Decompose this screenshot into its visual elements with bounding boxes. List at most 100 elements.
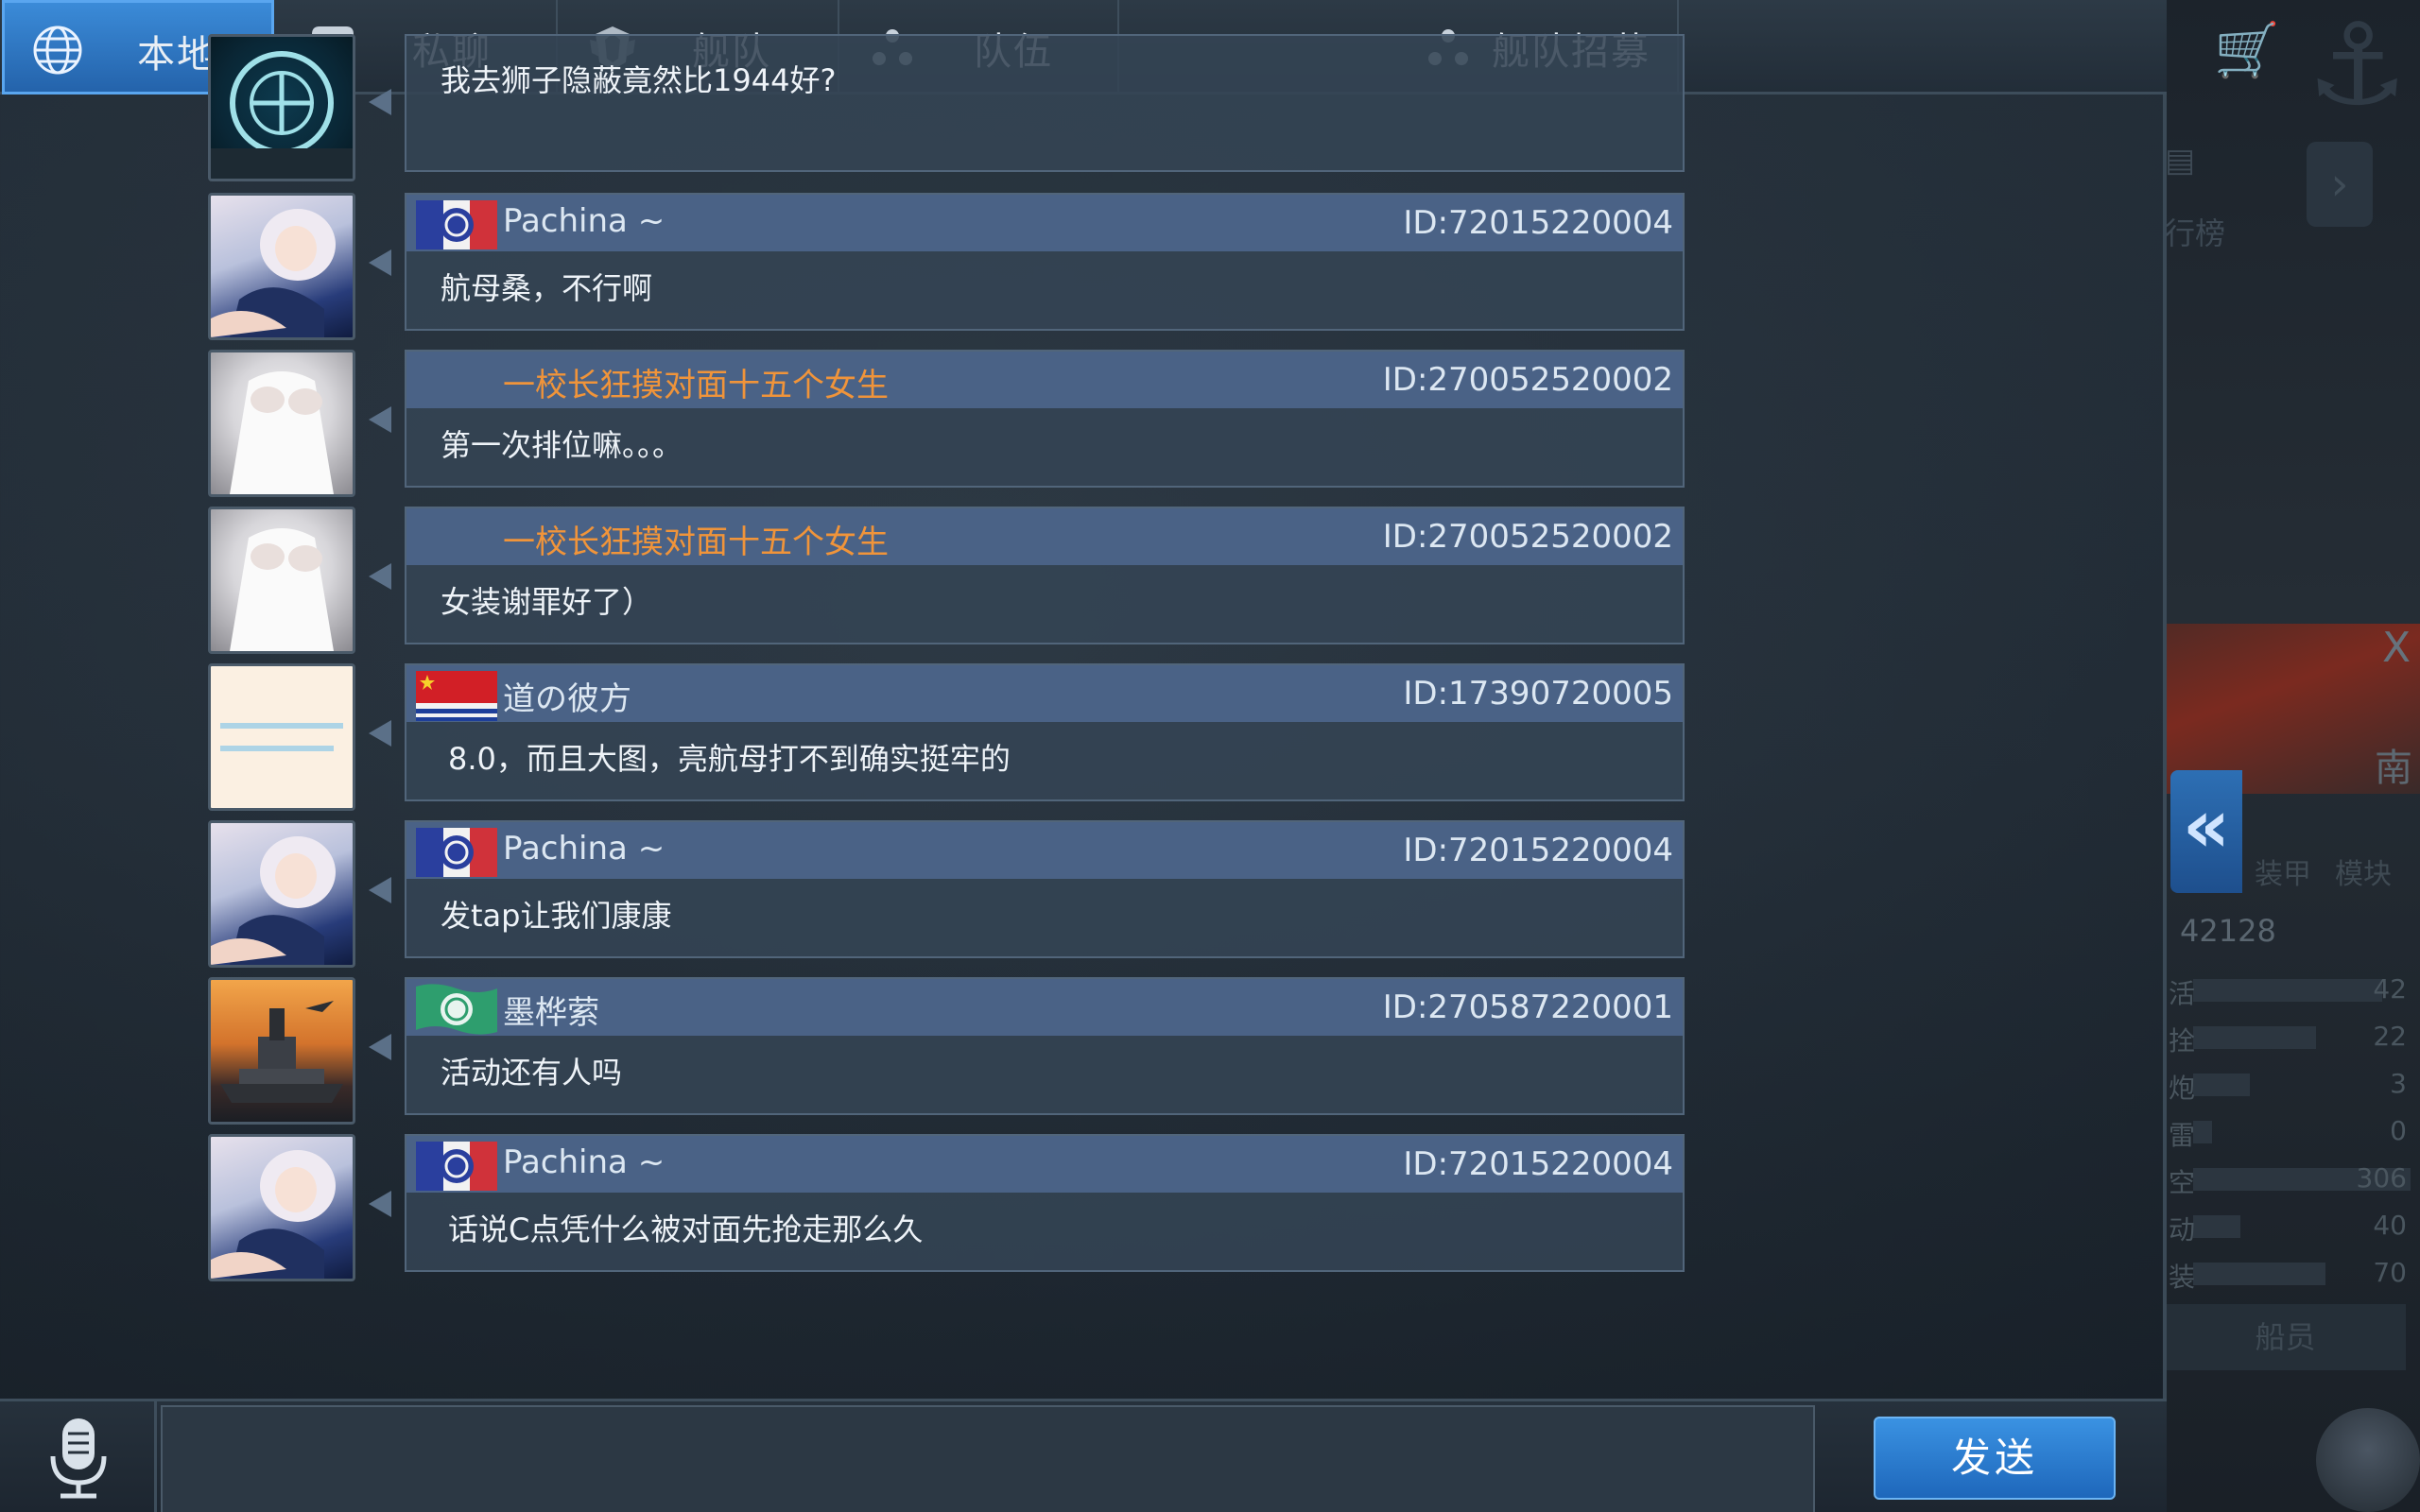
- message-header: 一校长狂摸对面十五个女生 ID:270052520002: [406, 508, 1683, 565]
- message-text: 航母桑，不行啊: [441, 270, 653, 306]
- message-text: 话说C点凭什么被对面先抢走那么久: [448, 1211, 924, 1247]
- tab-label: 本地: [137, 33, 216, 77]
- nation-label: 南: [2375, 747, 2412, 790]
- sender-id: ID:72015220004: [1403, 204, 1673, 242]
- message-text: 活动还有人吗: [441, 1055, 623, 1091]
- anchor-emblem-image: [211, 51, 353, 179]
- avatar[interactable]: [208, 34, 355, 181]
- message-bubble: 我去狮子隐蔽竟然比1944好?: [405, 34, 1685, 172]
- stat-row: 空 306: [2165, 1160, 2420, 1198]
- ship-score: 42128: [2180, 913, 2276, 949]
- message-bubble: 道の彼方 ID:17390720005 8.0，而且大图，亮航母打不到确实挺牢的: [405, 663, 1685, 801]
- tab-module: 模块: [2335, 858, 2392, 891]
- sender-name[interactable]: Pachina ~: [503, 830, 665, 868]
- stat-row: 拴 22: [2165, 1019, 2420, 1057]
- chat-panel: 本地 私聊 舰队 队伍: [0, 0, 2167, 1512]
- sender-id: ID:270587220001: [1382, 988, 1673, 1026]
- stat-row: 活 42: [2165, 971, 2420, 1009]
- avatar[interactable]: [208, 507, 355, 654]
- stat-value: 306: [2356, 1162, 2407, 1194]
- stat-row: 动 40: [2165, 1208, 2420, 1246]
- sender-name[interactable]: Pachina ~: [503, 202, 665, 240]
- globe-icon: [33, 26, 82, 75]
- france-flag-icon: [416, 828, 497, 877]
- message-text: 第一次排位嘛。。。: [441, 427, 683, 463]
- message-bubble: 一校长狂摸对面十五个女生 ID:270052520002 第一次排位嘛。。。: [405, 350, 1685, 488]
- white-dress-image: [230, 528, 334, 651]
- leaderboard-icon: ▤: [2165, 142, 2196, 180]
- stat-value: 42: [2373, 973, 2407, 1005]
- close-icon: X: [2382, 624, 2411, 672]
- stat-value: 22: [2373, 1021, 2407, 1052]
- chat-message: Pachina ~ ID:72015220004 发tap让我们康康: [208, 820, 1685, 968]
- message-bubble: Pachina ~ ID:72015220004 话说C点凭什么被对面先抢走那么…: [405, 1134, 1685, 1272]
- message-text: 女装谢罪好了）: [441, 584, 653, 620]
- sender-name[interactable]: 墨桦萦: [503, 987, 599, 1033]
- france-flag-icon: [416, 200, 497, 249]
- stat-value: 70: [2373, 1257, 2407, 1288]
- message-header: Pachina ~ ID:72015220004: [406, 1136, 1683, 1193]
- stat-name: 拴: [2169, 1025, 2196, 1057]
- voice-input-button[interactable]: [0, 1401, 157, 1512]
- sender-name[interactable]: 一校长狂摸对面十五个女生: [503, 516, 889, 562]
- avatar[interactable]: [208, 663, 355, 811]
- avatar[interactable]: [208, 977, 355, 1125]
- message-text: 我去狮子隐蔽竟然比1944好?: [441, 62, 837, 98]
- shopping-cart-icon: 🛒: [2214, 20, 2280, 81]
- stat-row: 雷 0: [2165, 1113, 2420, 1151]
- stat-name: 空: [2169, 1167, 2196, 1198]
- anime-girl-image: [211, 836, 336, 965]
- message-header: Pachina ~ ID:72015220004: [406, 195, 1683, 251]
- send-button[interactable]: 发送: [1874, 1417, 2116, 1500]
- stat-name: 炮: [2169, 1073, 2196, 1104]
- message-header: 一校长狂摸对面十五个女生 ID:270052520002: [406, 352, 1683, 408]
- stat-value: 3: [2390, 1068, 2407, 1099]
- crew-button: 船员: [2165, 1304, 2406, 1370]
- message-header: Pachina ~ ID:72015220004: [406, 822, 1683, 879]
- stat-value: 0: [2390, 1115, 2407, 1146]
- chat-message: Pachina ~ ID:72015220004 话说C点凭什么被对面先抢走那么…: [208, 1134, 1685, 1281]
- background-panel: 🛒 ⚓ ▤ 行榜 › X 南 « 装甲 模块 42128 活 42 拴 22 炮…: [2165, 0, 2420, 1512]
- france-flag-icon: [416, 1142, 497, 1191]
- green-emblem-flag-icon: [416, 984, 497, 1035]
- sender-name[interactable]: Pachina ~: [503, 1143, 665, 1181]
- sender-id: ID:72015220004: [1403, 1145, 1673, 1183]
- stat-value: 40: [2373, 1210, 2407, 1241]
- chat-message: 一校长狂摸对面十五个女生 ID:270052520002 第一次排位嘛。。。: [208, 350, 1685, 497]
- white-dress-image: [230, 371, 334, 494]
- chevron-right-icon: ›: [2307, 142, 2373, 227]
- stat-row: 装 70: [2165, 1255, 2420, 1293]
- sender-id: ID:270052520002: [1382, 518, 1673, 556]
- china-navy-flag-icon: [416, 671, 497, 721]
- message-input[interactable]: [161, 1405, 1815, 1512]
- sender-name[interactable]: 道の彼方: [503, 673, 631, 719]
- sender-id: ID:17390720005: [1403, 675, 1673, 713]
- avatar[interactable]: [208, 820, 355, 968]
- anchor-icon: ⚓: [2307, 0, 2409, 131]
- message-header: 墨桦萦 ID:270587220001: [406, 979, 1683, 1036]
- chat-message: 我去狮子隐蔽竟然比1944好?: [208, 34, 1685, 181]
- bubble-pointer: [369, 877, 391, 903]
- sender-id: ID:270052520002: [1382, 361, 1673, 399]
- avatar[interactable]: [208, 350, 355, 497]
- stat-name: 雷: [2169, 1120, 2196, 1151]
- chat-message: Pachina ~ ID:72015220004 航母桑，不行啊: [208, 193, 1685, 340]
- message-bubble: 墨桦萦 ID:270587220001 活动还有人吗: [405, 977, 1685, 1115]
- microphone-icon: [50, 1418, 107, 1499]
- bubble-pointer: [369, 1034, 391, 1060]
- avatar[interactable]: [208, 193, 355, 340]
- collapse-chat-button[interactable]: «: [2170, 770, 2242, 893]
- bubble-pointer: [369, 249, 391, 276]
- bubble-pointer: [369, 89, 391, 115]
- stat-name: 装: [2169, 1262, 2196, 1293]
- bubble-pointer: [369, 1191, 391, 1217]
- stat-name: 活: [2169, 978, 2196, 1009]
- note-card-image: [220, 723, 343, 751]
- stat-row: 炮 3: [2165, 1066, 2420, 1104]
- message-text: 发tap让我们康康: [441, 898, 672, 934]
- bubble-pointer: [369, 720, 391, 747]
- tab-armor: 装甲: [2255, 858, 2311, 891]
- sender-name[interactable]: 一校长狂摸对面十五个女生: [503, 359, 889, 405]
- avatar[interactable]: [208, 1134, 355, 1281]
- message-bubble: Pachina ~ ID:72015220004 航母桑，不行啊: [405, 193, 1685, 331]
